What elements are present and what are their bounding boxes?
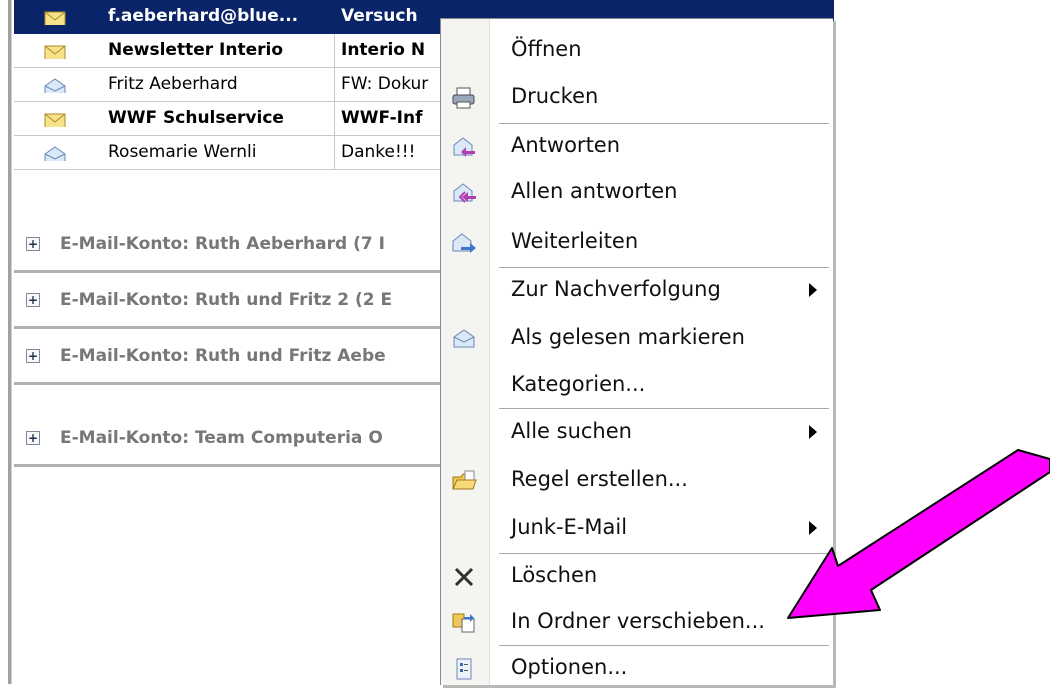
annotation-arrow-icon xyxy=(787,449,1050,619)
